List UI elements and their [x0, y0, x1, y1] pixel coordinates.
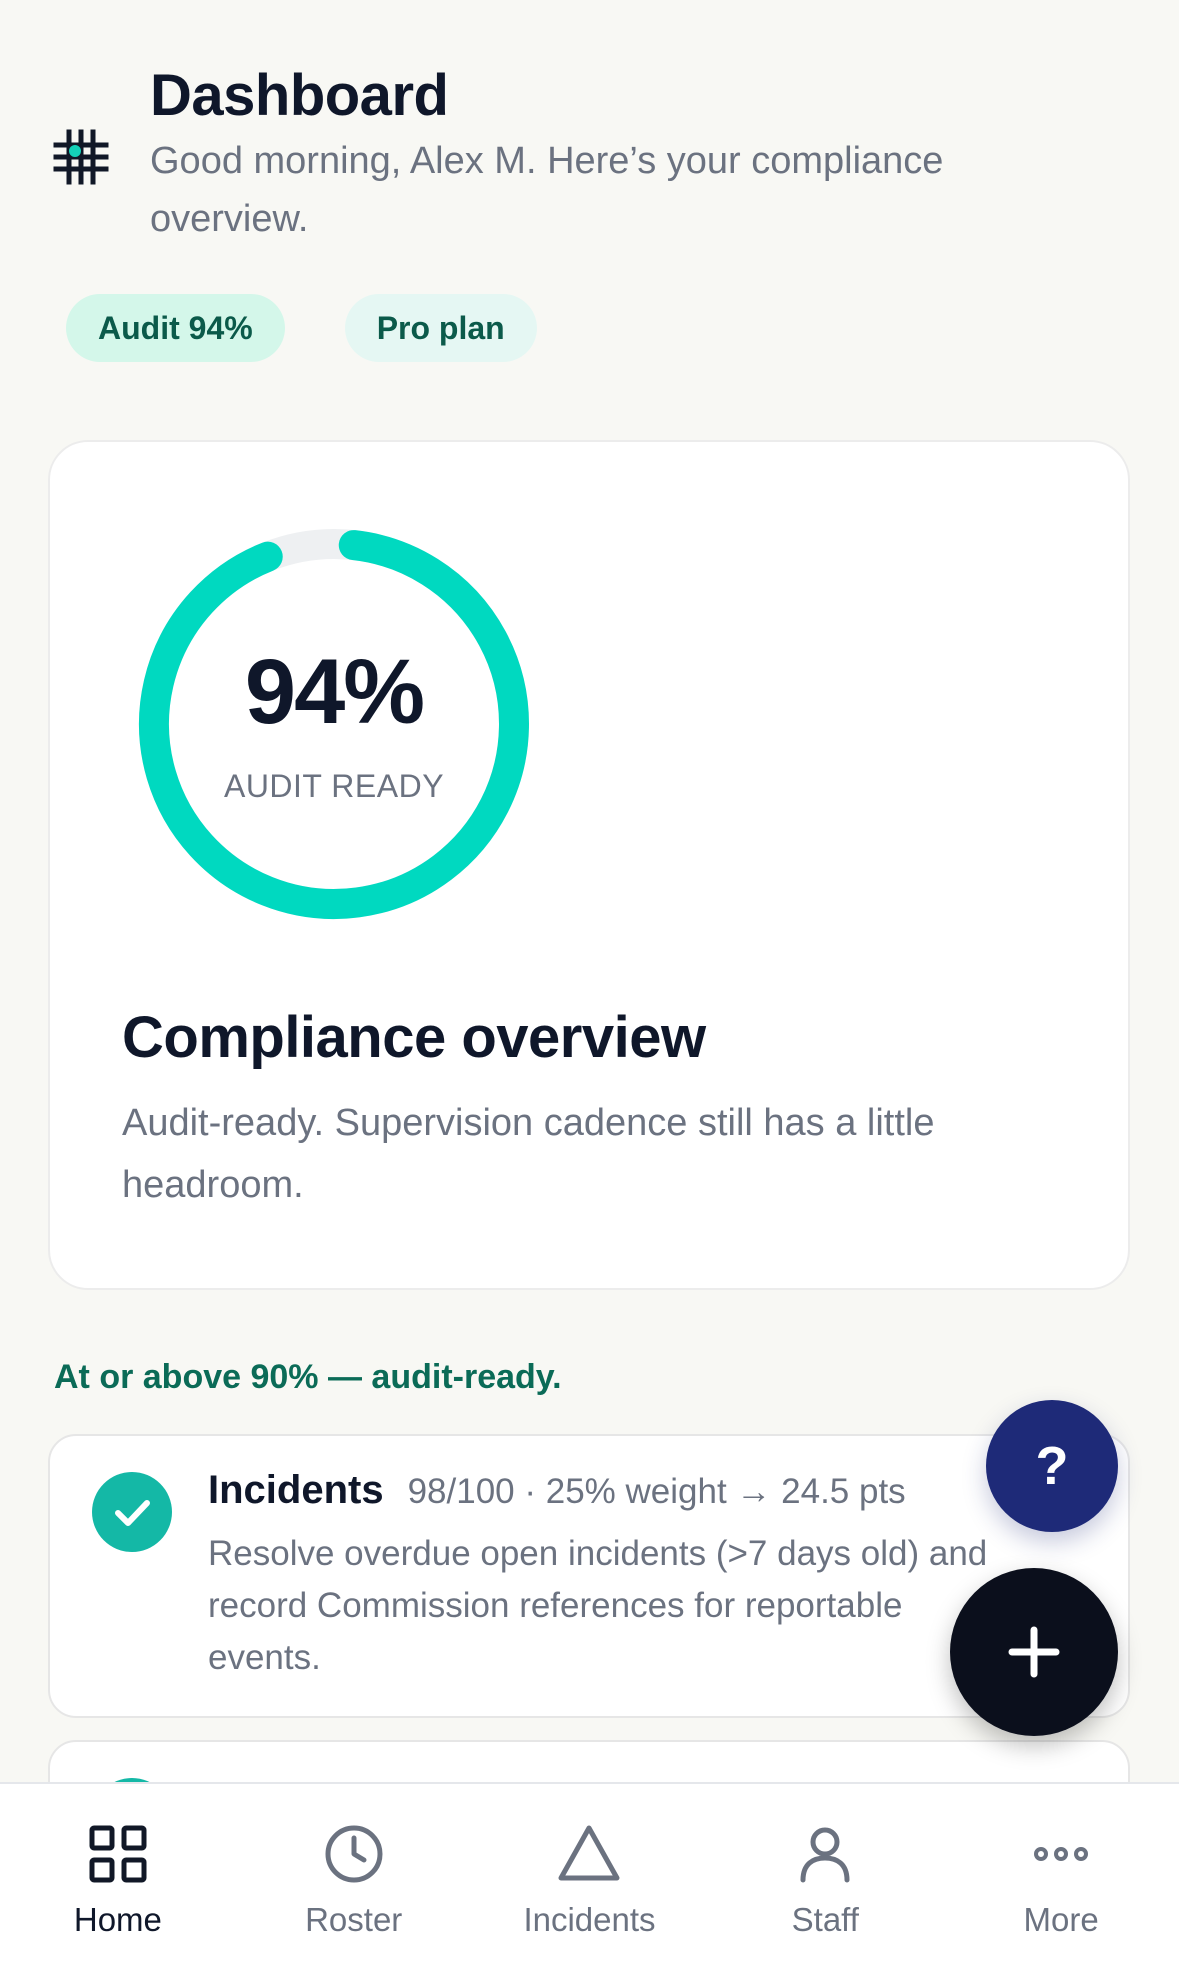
plus-icon	[1008, 1626, 1060, 1678]
status-chips: Audit 94% Pro plan	[66, 294, 537, 362]
overview-title: Compliance overview	[122, 1005, 706, 1070]
triangle-icon	[558, 1825, 620, 1881]
check-circle-icon	[92, 1472, 172, 1552]
header: Dashboard Good morning, Alex M. Here’s y…	[52, 60, 1132, 248]
nav-item-incidents[interactable]: Incidents	[472, 1784, 708, 1977]
dashboard-screen: Dashboard Good morning, Alex M. Here’s y…	[0, 0, 1179, 1977]
nav-item-home[interactable]: Home	[0, 1784, 236, 1977]
more-dots-icon	[1034, 1847, 1089, 1861]
app-logo-icon	[52, 128, 110, 186]
audit-chip[interactable]: Audit 94%	[66, 294, 285, 362]
audit-status-line: At or above 90% — audit-ready.	[54, 1358, 562, 1396]
page-subtitle: Good morning, Alex M. Here’s your compli…	[150, 140, 944, 240]
nav-label: Roster	[305, 1901, 403, 1938]
nav-item-roster[interactable]: Roster	[236, 1784, 472, 1977]
nav-item-staff[interactable]: Staff	[707, 1784, 943, 1977]
gauge-label: AUDIT READY	[223, 768, 445, 804]
person-icon	[800, 1827, 850, 1883]
add-button[interactable]	[950, 1568, 1118, 1736]
factor-description: Resolve overdue open incidents (>7 days …	[208, 1534, 988, 1677]
grid-icon	[89, 1825, 147, 1883]
nav-item-more[interactable]: More	[943, 1784, 1179, 1977]
factor-meta: 98/100 · 25% weight → 24.5 pts	[407, 1472, 906, 1511]
nav-label: Staff	[791, 1901, 859, 1938]
compliance-overview-card[interactable]: 94% AUDIT READY Compliance overview Audi…	[48, 440, 1130, 1290]
nav-label: More	[1023, 1901, 1099, 1938]
factor-name: Incidents	[208, 1468, 384, 1512]
overview-description: Audit-ready. Supervision cadence still h…	[122, 1102, 935, 1206]
plan-chip[interactable]: Pro plan	[344, 294, 537, 362]
page-title: Dashboard	[150, 63, 449, 128]
nav-label: Home	[73, 1901, 162, 1938]
help-button[interactable]: ?	[986, 1400, 1118, 1532]
clock-icon	[325, 1825, 383, 1883]
gauge-value: 94%	[244, 641, 425, 743]
nav-label: Incidents	[523, 1901, 656, 1938]
bottom-nav: Home Roster Incidents Staff More	[0, 1782, 1179, 1977]
